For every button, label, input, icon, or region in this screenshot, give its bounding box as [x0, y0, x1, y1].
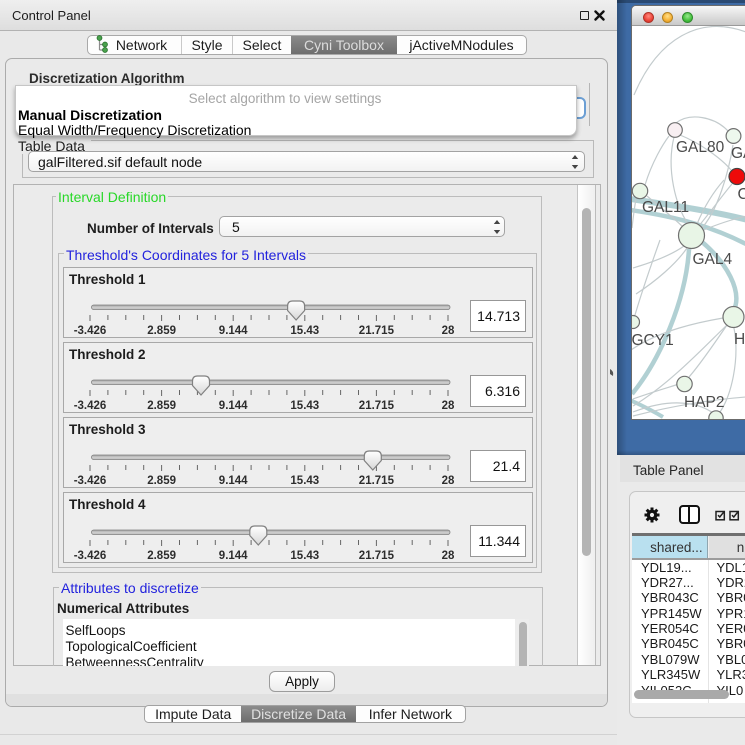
svg-text:21.715: 21.715	[359, 550, 395, 562]
svg-text:21.715: 21.715	[359, 400, 395, 412]
svg-text:28: 28	[442, 400, 455, 412]
svg-text:C: C	[738, 186, 745, 203]
svg-text:21.715: 21.715	[359, 325, 395, 337]
svg-text:-3.426: -3.426	[74, 400, 107, 412]
svg-text:2.859: 2.859	[147, 550, 176, 562]
svg-text:9.144: 9.144	[219, 400, 248, 412]
svg-text:GA: GA	[731, 145, 745, 162]
svg-text:2.859: 2.859	[147, 400, 176, 412]
svg-text:15.43: 15.43	[290, 325, 319, 337]
svg-text:21.715: 21.715	[359, 475, 395, 487]
svg-text:28: 28	[442, 475, 455, 487]
svg-text:9.144: 9.144	[219, 325, 248, 337]
svg-text:GAL80: GAL80	[676, 139, 725, 156]
svg-text:15.43: 15.43	[290, 475, 319, 487]
svg-text:15.43: 15.43	[290, 550, 319, 562]
svg-text:-3.426: -3.426	[74, 475, 107, 487]
svg-text:HAP2: HAP2	[684, 394, 725, 411]
svg-text:9.144: 9.144	[219, 475, 248, 487]
svg-text:9.144: 9.144	[219, 550, 248, 562]
svg-text:-3.426: -3.426	[74, 550, 107, 562]
svg-text:28: 28	[442, 325, 455, 337]
svg-text:2.859: 2.859	[147, 325, 176, 337]
svg-text:GAL11: GAL11	[642, 199, 689, 216]
svg-text:GCY1: GCY1	[632, 332, 674, 349]
svg-text:GAL4: GAL4	[693, 251, 733, 268]
svg-text:2.859: 2.859	[147, 475, 176, 487]
svg-text:-3.426: -3.426	[74, 325, 107, 337]
svg-text:28: 28	[442, 550, 455, 562]
svg-text:H: H	[734, 331, 745, 348]
svg-text:15.43: 15.43	[290, 400, 319, 412]
